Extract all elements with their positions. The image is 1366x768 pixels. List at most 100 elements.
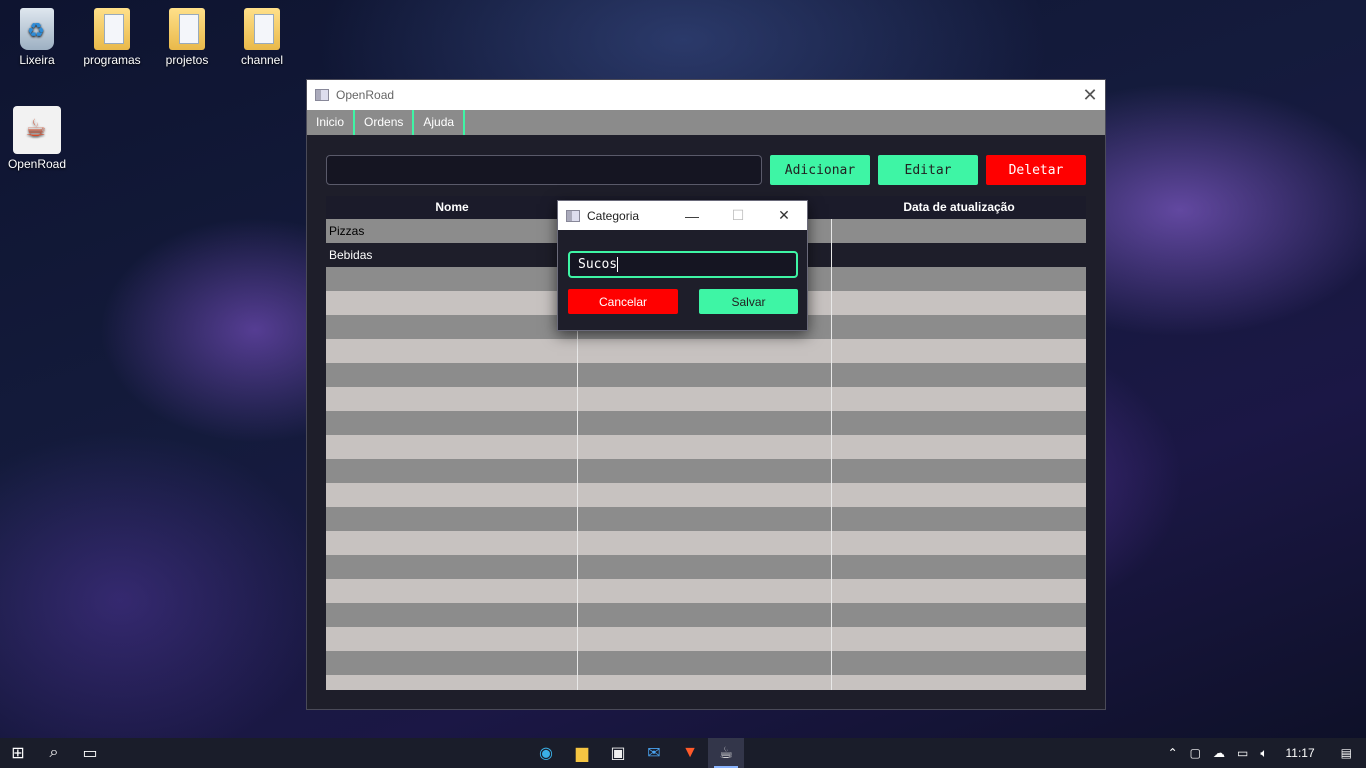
cell-empty	[326, 627, 578, 651]
table-row-empty	[326, 435, 1086, 459]
desktop-icon-openroad[interactable]: OpenRoad	[0, 106, 74, 171]
column-header-nome[interactable]: Nome	[326, 196, 578, 219]
folder-icon	[94, 8, 130, 50]
cell-empty	[326, 363, 578, 387]
table-row-empty	[326, 675, 1086, 690]
cell-empty	[832, 483, 1086, 507]
cell-empty	[578, 507, 832, 531]
menu-item-ordens[interactable]: Ordens	[355, 110, 415, 135]
cell-empty	[578, 483, 832, 507]
device-icon[interactable]: ▢	[1184, 746, 1207, 760]
categoria-dialog: Categoria — ☐ ✕ Sucos Cancelar Salvar	[557, 200, 808, 331]
search-input[interactable]	[326, 155, 762, 185]
folder-shortcut-icon	[244, 8, 280, 50]
system-tray: ⌃ ▢ ☁ ▭ 🔈︎ 11:17 ▤	[1162, 746, 1366, 761]
delete-button[interactable]: Deletar	[986, 155, 1086, 185]
edge-icon[interactable]: ◉	[528, 738, 564, 768]
notifications-icon[interactable]: ▤	[1327, 746, 1366, 760]
app-icon	[315, 89, 329, 101]
maximize-icon: ☐	[731, 207, 745, 223]
desktop-icon-projetos[interactable]: projetos	[150, 8, 224, 67]
chevron-up-icon[interactable]: ⌃	[1162, 746, 1184, 760]
cell-empty	[326, 315, 578, 339]
desktop-icon-label: OpenRoad	[7, 157, 67, 171]
menu-item-ajuda[interactable]: Ajuda	[414, 110, 466, 135]
cell-empty	[832, 531, 1086, 555]
desktop-icon-label: projetos	[165, 53, 209, 67]
cell-nome: Pizzas	[326, 219, 578, 243]
cell-empty	[578, 387, 832, 411]
brave-icon[interactable]: ▼	[672, 738, 708, 768]
file-explorer-icon[interactable]: ▆	[564, 738, 600, 768]
cell-empty	[326, 387, 578, 411]
desktop-icon-lixeira[interactable]: Lixeira	[0, 8, 74, 67]
table-row-empty	[326, 627, 1086, 651]
volume-icon[interactable]: 🔈︎	[1254, 746, 1273, 761]
menu-item-inicio[interactable]: Inicio	[307, 110, 356, 135]
table-row-empty	[326, 651, 1086, 675]
cell-empty	[326, 651, 578, 675]
cell-empty	[578, 579, 832, 603]
java-icon[interactable]: ☕	[708, 738, 744, 768]
window-titlebar[interactable]: OpenRoad ✕	[307, 80, 1105, 110]
cell-empty	[326, 675, 578, 690]
clock[interactable]: 11:17	[1274, 746, 1327, 760]
add-button[interactable]: Adicionar	[770, 155, 870, 185]
cell-empty	[832, 675, 1086, 690]
cell-empty	[832, 267, 1086, 291]
text-caret	[617, 257, 619, 272]
cell-empty	[832, 627, 1086, 651]
dialog-titlebar[interactable]: Categoria — ☐ ✕	[558, 201, 807, 230]
main-window: OpenRoad ✕ Inicio Ordens Ajuda Adicionar…	[306, 79, 1106, 710]
edit-button[interactable]: Editar	[878, 155, 978, 185]
column-header-data[interactable]: Data de atualização	[832, 196, 1086, 219]
recycle-bin-icon	[20, 8, 54, 50]
cell-empty	[578, 435, 832, 459]
cell-empty	[326, 603, 578, 627]
cell-empty	[578, 339, 832, 363]
cell-empty	[326, 531, 578, 555]
table-row-empty	[326, 507, 1086, 531]
cell-empty	[832, 339, 1086, 363]
close-icon[interactable]: ✕	[1075, 85, 1105, 106]
table-row-empty	[326, 603, 1086, 627]
category-name-input[interactable]: Sucos	[568, 251, 798, 278]
minimize-icon[interactable]: —	[669, 208, 715, 224]
store-icon[interactable]: ▣	[600, 738, 636, 768]
table-row-empty	[326, 411, 1086, 435]
cell-empty	[578, 411, 832, 435]
cell-empty	[832, 579, 1086, 603]
cell-empty	[832, 603, 1086, 627]
cloud-icon[interactable]: ☁	[1207, 746, 1231, 760]
cell-empty	[578, 675, 832, 690]
desktop-icon-channel[interactable]: channel	[225, 8, 299, 67]
cell-empty	[326, 291, 578, 315]
start-icon[interactable]: ⊞	[0, 738, 36, 768]
cell-empty	[832, 507, 1086, 531]
network-icon[interactable]: ▭	[1231, 746, 1254, 760]
table-row-empty	[326, 579, 1086, 603]
mail-icon[interactable]: ✉	[636, 738, 672, 768]
table-row-empty	[326, 459, 1086, 483]
cell-empty	[578, 531, 832, 555]
cell-data	[832, 243, 1086, 267]
desktop-icon-label: Lixeira	[19, 53, 55, 67]
table-row-empty	[326, 555, 1086, 579]
cell-empty	[326, 459, 578, 483]
input-text: Sucos	[578, 257, 618, 272]
cell-empty	[832, 387, 1086, 411]
cancel-button[interactable]: Cancelar	[568, 289, 678, 314]
cell-empty	[578, 363, 832, 387]
desktop-icon-programas[interactable]: programas	[75, 8, 149, 67]
java-icon	[13, 106, 61, 154]
close-icon[interactable]: ✕	[761, 207, 807, 224]
cell-empty	[326, 483, 578, 507]
desktop-icon-label: channel	[240, 53, 284, 67]
task-view-icon[interactable]: ▭	[72, 738, 108, 768]
save-button[interactable]: Salvar	[699, 289, 798, 314]
search-icon[interactable]: ⌕	[36, 738, 72, 768]
menu-bar: Inicio Ordens Ajuda	[307, 110, 1105, 135]
cell-empty	[832, 651, 1086, 675]
cell-empty	[326, 339, 578, 363]
window-title: OpenRoad	[336, 88, 395, 102]
